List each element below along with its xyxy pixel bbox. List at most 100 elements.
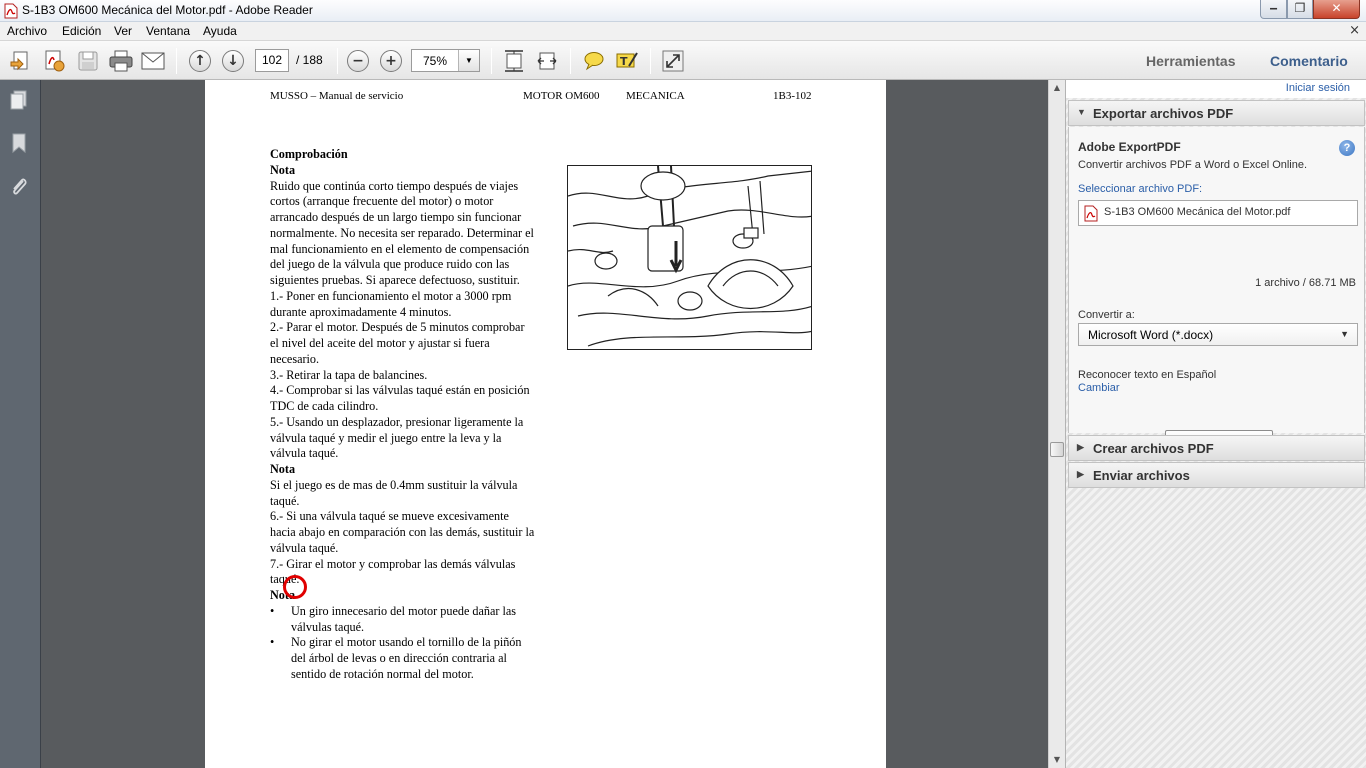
engine-illustration [567, 165, 812, 350]
scroll-up-icon[interactable]: ▲ [1049, 80, 1065, 96]
page-body-text: Comprobación Nota Ruido que continúa cor… [270, 147, 535, 683]
edit-pdf-icon[interactable] [42, 49, 66, 73]
pane-top-bar: Iniciar sesión [1066, 80, 1366, 98]
format-select[interactable]: Microsoft Word (*.docx) ▼ [1078, 323, 1358, 346]
pdf-file-icon [1084, 205, 1098, 222]
section-heading: Comprobación [270, 147, 348, 161]
close-button[interactable]: ✕ [1313, 0, 1360, 19]
zoom-out-button[interactable]: − [346, 49, 370, 73]
convert-to-label: Convertir a: [1078, 309, 1135, 321]
step: 6.- Si una válvula taqué se mueve excesi… [270, 509, 535, 555]
note-label: Nota [270, 462, 296, 476]
save-icon[interactable] [76, 49, 100, 73]
change-language-link[interactable]: Cambiar [1078, 382, 1120, 394]
service-description: Convertir archivos PDF a Word o Excel On… [1078, 159, 1308, 171]
arrow-up-icon: ↑ [189, 50, 211, 72]
page-total: / 188 [296, 53, 323, 67]
document-scrollbar[interactable]: ▲ ▼ [1048, 80, 1065, 768]
menu-archivo[interactable]: Archivo [7, 24, 47, 38]
paragraph: Ruido que continúa corto tiempo después … [270, 178, 534, 288]
minus-icon: − [347, 50, 369, 72]
sign-in-link[interactable]: Iniciar sesión [1286, 82, 1350, 94]
step: 4.- Comprobar si las válvulas taqué está… [270, 383, 530, 413]
page-header-left: MUSSO – Manual de servicio [270, 90, 404, 102]
tools-pane: Iniciar sesión ▼ Exportar archivos PDF A… [1065, 80, 1366, 768]
arrow-down-icon: ↓ [222, 50, 244, 72]
zoom-in-button[interactable]: + [379, 49, 403, 73]
export-pdf-panel: Adobe ExportPDF ? Convertir archivos PDF… [1068, 127, 1365, 455]
menu-bar: Archivo Edición Ver Ventana Ayuda × [0, 22, 1366, 41]
menu-ventana[interactable]: Ventana [146, 24, 190, 38]
window-title: S-1B3 OM600 Mecánica del Motor.pdf - Ado… [22, 3, 313, 17]
attachments-icon[interactable] [8, 175, 30, 197]
print-icon[interactable] [109, 49, 133, 73]
close-document-icon[interactable]: × [1349, 23, 1360, 38]
list-item: No girar el motor usando el tornillo de … [270, 635, 535, 682]
triangle-down-icon: ▼ [1077, 107, 1086, 117]
minimize-button[interactable]: ‒ [1260, 0, 1287, 19]
ocr-label: Reconocer texto en Español [1078, 369, 1217, 381]
file-name: S-1B3 OM600 Mecánica del Motor.pdf [1104, 206, 1291, 218]
select-file-label[interactable]: Seleccionar archivo PDF: [1078, 183, 1202, 195]
pdf-page: MUSSO – Manual de servicio MOTOR OM600 M… [205, 80, 886, 768]
comment-pane-button[interactable]: Comentario [1270, 53, 1348, 69]
minimize-icon: ‒ [1269, 1, 1278, 15]
menu-ver[interactable]: Ver [114, 24, 132, 38]
maximize-button[interactable]: ❐ [1287, 0, 1313, 19]
fit-page-icon[interactable] [502, 49, 526, 73]
list-item: Un giro innecesario del motor puede daña… [270, 604, 535, 636]
close-icon: ✕ [1331, 1, 1342, 15]
page-header-mid: MOTOR OM600 [523, 90, 600, 102]
help-icon[interactable]: ? [1339, 140, 1355, 156]
tools-pane-button[interactable]: Herramientas [1146, 53, 1236, 69]
previous-page-button[interactable]: ↑ [188, 49, 212, 73]
navigation-pane [0, 80, 41, 768]
step: 5.- Usando un desplazador, presionar lig… [270, 414, 524, 461]
file-count: 1 archivo / 68.71 MB [1255, 277, 1356, 289]
page-thumbnails-icon[interactable] [8, 89, 30, 111]
next-page-button[interactable]: ↓ [221, 49, 245, 73]
triangle-right-icon: ▶ [1077, 442, 1084, 452]
menu-ayuda[interactable]: Ayuda [203, 24, 237, 38]
note-label: Nota [270, 588, 296, 602]
scrollbar-thumb[interactable] [1050, 442, 1064, 457]
chevron-down-icon: ▼ [1340, 329, 1349, 339]
zoom-value: 75% [423, 54, 448, 68]
page-header-right: 1B3-102 [773, 90, 812, 102]
step: 1.- Poner en funcionamiento el motor a 3… [270, 288, 512, 319]
triangle-right-icon: ▶ [1077, 469, 1084, 479]
section-title: Enviar archivos [1093, 468, 1190, 483]
document-viewer[interactable]: MUSSO – Manual de servicio MOTOR OM600 M… [41, 80, 1048, 768]
scroll-down-icon[interactable]: ▼ [1049, 752, 1065, 768]
cursor-marker [283, 575, 307, 599]
zoom-select[interactable]: 75% ▼ [411, 49, 480, 72]
create-pdf-section-header[interactable]: ▶ Crear archivos PDF [1068, 435, 1365, 461]
selected-file-box[interactable]: S-1B3 OM600 Mecánica del Motor.pdf [1078, 200, 1358, 226]
create-pdf-icon[interactable] [9, 49, 33, 73]
export-pdf-section-header[interactable]: ▼ Exportar archivos PDF [1068, 100, 1365, 126]
email-icon[interactable] [141, 49, 165, 73]
highlight-text-icon[interactable]: T [615, 49, 639, 73]
section-title: Crear archivos PDF [1093, 441, 1214, 456]
sticky-note-icon[interactable] [582, 49, 606, 73]
paragraph: Si el juego es de mas de 0.4mm sustituir… [270, 477, 518, 508]
step: 7.- Girar el motor y comprobar las demás… [270, 556, 516, 587]
format-value: Microsoft Word (*.docx) [1088, 328, 1214, 342]
send-files-section-header[interactable]: ▶ Enviar archivos [1068, 462, 1365, 488]
chevron-down-icon[interactable]: ▼ [458, 50, 479, 71]
page-header-mid2: MECANICA [626, 90, 685, 102]
menu-edicion[interactable]: Edición [62, 24, 101, 38]
fit-width-icon[interactable] [535, 49, 559, 73]
service-name: Adobe ExportPDF [1078, 140, 1181, 154]
step: 2.- Parar el motor. Después de 5 minutos… [270, 320, 525, 366]
svg-text:T: T [620, 55, 628, 68]
page-number-input[interactable]: 102 [255, 49, 289, 72]
bookmarks-icon[interactable] [8, 132, 30, 154]
restore-icon: ❐ [1294, 1, 1306, 15]
plus-icon: + [380, 50, 402, 72]
note-label: Nota [270, 162, 296, 177]
full-screen-icon[interactable] [661, 49, 685, 73]
section-title: Exportar archivos PDF [1093, 106, 1234, 121]
bullet-list: Un giro innecesario del motor puede daña… [270, 604, 535, 683]
step: 3.- Retirar la tapa de balancines. [270, 367, 428, 382]
